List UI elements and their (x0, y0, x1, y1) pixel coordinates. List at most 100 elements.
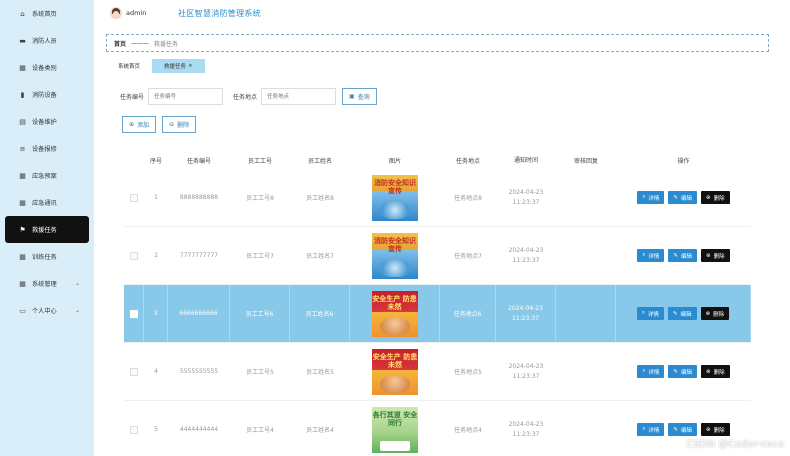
row-checkbox[interactable] (129, 309, 138, 318)
row-review-reply (556, 401, 616, 456)
flag-icon: ⚑ (19, 225, 26, 234)
sidebar-item-label: 消防人员 (32, 38, 57, 45)
home-icon: ⌂ (20, 9, 25, 18)
row-no: 3 (144, 285, 168, 342)
row-checkbox[interactable] (130, 251, 138, 260)
sidebar-item[interactable]: ▦ 设备类别 (0, 54, 94, 81)
close-circle-icon: ⊗ (706, 252, 711, 259)
task-image[interactable]: 各行其道 安全同行 (372, 406, 418, 453)
row-review-reply (556, 343, 616, 400)
detail-button[interactable]: ⌕ 详情 (636, 307, 664, 320)
tab-rescue-task[interactable]: 救援任务 × (152, 59, 205, 73)
sidebar-item[interactable]: ▦ 应急通讯 (0, 189, 94, 216)
tab-bar: 系统首页 救援任务 × (112, 59, 205, 73)
sidebar-item[interactable]: ▬ 消防人员 (0, 27, 94, 54)
sidebar-item[interactable]: ⌂ 系统首页 (0, 0, 94, 27)
detail-button[interactable]: ⌕ 详情 (637, 191, 665, 204)
bar-chart-icon: ▮ (20, 90, 25, 99)
sidebar-item[interactable]: ≡ 设备报修 (0, 135, 94, 162)
search-button[interactable]: ▣ 查询 (342, 88, 377, 105)
breadcrumb-home[interactable]: 首页 (114, 39, 126, 48)
task-image-text: 安全生产 防患未然 (372, 352, 418, 369)
row-employee-name: 员工姓名8 (306, 195, 334, 202)
tab-home[interactable]: 系统首页 (112, 59, 146, 73)
image-illustration (380, 440, 410, 451)
detail-button[interactable]: ⌕ 详情 (637, 423, 665, 436)
pencil-icon: ✎ (672, 310, 678, 317)
task-image[interactable]: 安全生产 防患未然 (372, 348, 418, 395)
row-image-cell: 消防安全知识宣传 (350, 227, 440, 284)
chevron-down-icon: ⌄ (74, 280, 80, 287)
sidebar-item-label: 个人中心 (32, 308, 57, 315)
row-no: 1 (154, 194, 158, 201)
delete-button[interactable]: ⊗ 删除 (701, 191, 730, 204)
add-button[interactable]: ⊕ 添加 (122, 116, 157, 133)
row-checkbox-cell (124, 285, 144, 342)
rescue-task-table: 序号 任务编号 员工工号 员工姓名 图片 任务地点 通知时间 审核回复 操作 1… (124, 152, 751, 456)
header-no: 序号 (149, 158, 162, 165)
delete-button[interactable]: ⊗ 删除 (701, 365, 730, 378)
row-checkbox-cell (124, 227, 144, 284)
row-checkbox[interactable] (130, 193, 138, 202)
plus-circle-icon: ⊕ (129, 121, 135, 128)
edit-button[interactable]: ✎ 编辑 (668, 191, 698, 204)
row-operations: ⌕ 详情 ✎ 编辑 ⊗ 删除 (616, 169, 751, 226)
sidebar-item-label: 设备类别 (32, 65, 57, 72)
close-circle-icon: ⊗ (706, 368, 711, 375)
edit-button[interactable]: ✎ 编辑 (668, 249, 698, 262)
table-row[interactable]: 5 4444444444 员工工号4 员工姓名4 各行其道 安全同行 任务地点4 2024-… (124, 401, 751, 456)
header-employee-name: 员工姓名 (307, 158, 332, 165)
delete-label: 删除 (713, 311, 725, 318)
pencil-icon: ✎ (673, 252, 679, 259)
delete-button[interactable]: ⊗ 删除 (701, 423, 730, 436)
delete-button[interactable]: ⊗ 删除 (701, 249, 730, 262)
header-image: 图片 (388, 158, 401, 165)
detail-label: 详情 (648, 253, 660, 260)
delete-label: 删除 (713, 253, 725, 260)
sidebar-item[interactable]: ▮ 消防设备 (0, 81, 94, 108)
row-checkbox[interactable] (130, 425, 138, 434)
detail-button[interactable]: ⌕ 详情 (637, 249, 665, 262)
edit-button[interactable]: ✎ 编辑 (667, 307, 697, 320)
row-notify-time: 2024-04-23 11:23:37 (496, 285, 556, 342)
table-row[interactable]: 1 8888888888 员工工号8 员工姓名8 消防安全知识宣传 任务地点8 2024-0… (124, 169, 751, 227)
batch-delete-button[interactable]: ⊖ 删除 (162, 116, 197, 133)
row-checkbox[interactable] (130, 367, 138, 376)
table-row[interactable]: 3 6666666666 员工工号6 员工姓名6 安全生产 防患未然 任务地点6 2024-… (124, 285, 751, 343)
edit-button[interactable]: ✎ 编辑 (668, 365, 698, 378)
sidebar-item-label: 救援任务 (32, 227, 57, 234)
detail-button[interactable]: ⌕ 详情 (637, 365, 665, 378)
task-number-input[interactable] (148, 88, 224, 105)
sidebar-item[interactable]: ▦ 应急预案 (0, 162, 94, 189)
row-image-cell: 安全生产 防患未然 (350, 343, 440, 400)
tab-close-icon[interactable]: × (188, 63, 193, 69)
sidebar-item[interactable]: ▭ 个人中心 ⌄ (0, 297, 94, 324)
sidebar-item[interactable]: ▦ 系统管理 ⌄ (0, 270, 94, 297)
sidebar-item[interactable]: ▤ 设备维护 (0, 108, 94, 135)
row-task-number: 6666666666 (168, 285, 230, 342)
task-image[interactable]: 消防安全知识宣传 (372, 174, 418, 221)
table-row[interactable]: 4 5555555555 员工工号5 员工姓名5 安全生产 防患未然 任务地点5 2024-… (124, 343, 751, 401)
user-card-icon: ▭ (19, 306, 26, 315)
row-task-number: 4444444444 (179, 426, 219, 433)
delete-button[interactable]: ⊗ 删除 (700, 307, 730, 320)
sidebar-item-label: 应急预案 (32, 173, 57, 180)
edit-button[interactable]: ✎ 编辑 (668, 423, 698, 436)
sidebar-item-label: 应急通讯 (32, 200, 57, 207)
system-title: 社区智慧消防管理系统 (178, 9, 261, 18)
table-row[interactable]: 2 7777777777 员工工号7 员工姓名7 消防安全知识宣传 任务地点7 2024-0… (124, 227, 751, 285)
task-location-input[interactable] (261, 88, 337, 105)
row-image-cell: 各行其道 安全同行 (350, 401, 440, 456)
breadcrumb-separator: ——— (131, 39, 150, 47)
image-illustration (380, 258, 410, 277)
sidebar-item[interactable]: ⚑ 救援任务 (5, 216, 89, 243)
row-task-number: 7777777777 (179, 252, 219, 259)
task-image[interactable]: 消防安全知识宣传 (372, 232, 418, 279)
breadcrumb-current: 救援任务 (154, 40, 179, 48)
sidebar-item[interactable]: ▦ 训练任务 (0, 243, 94, 270)
username[interactable]: admin (126, 9, 146, 17)
user-avatar[interactable] (110, 7, 122, 19)
task-image[interactable]: 安全生产 防患未然 (371, 290, 418, 337)
close-circle-icon: ⊗ (705, 310, 711, 317)
detail-label: 详情 (648, 427, 660, 434)
